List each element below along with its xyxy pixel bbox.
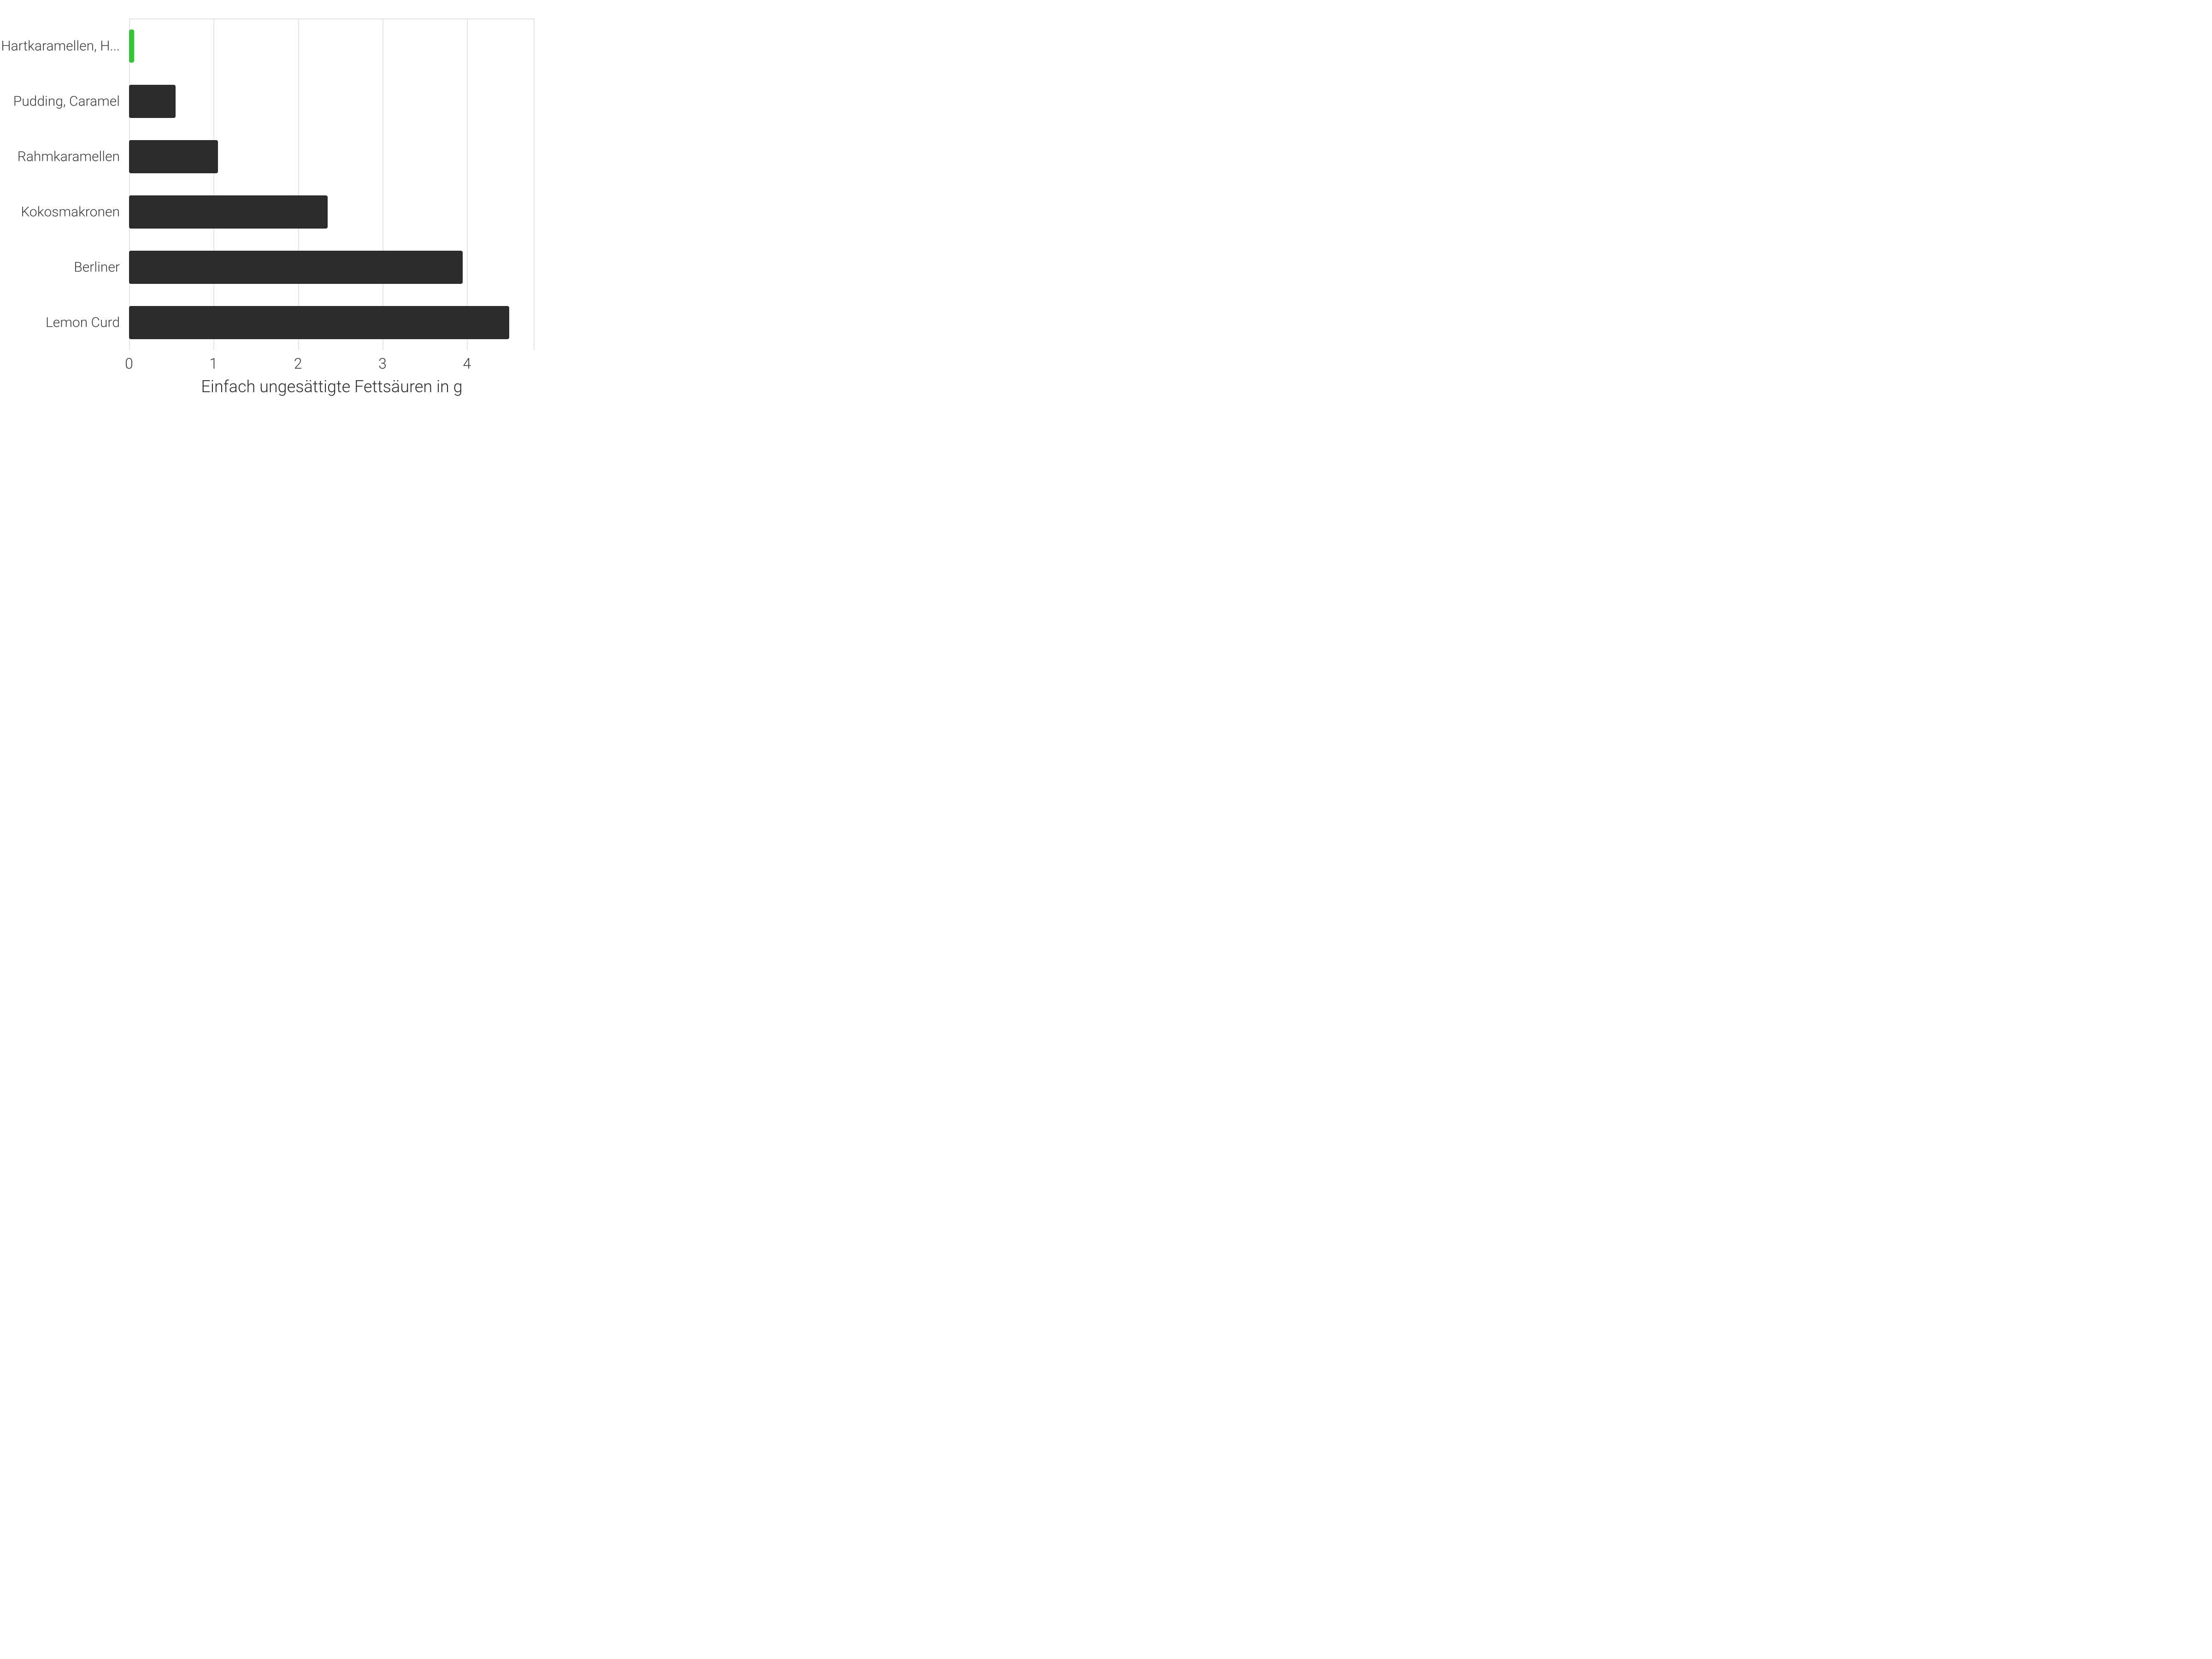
bar-row <box>129 18 535 74</box>
y-tick-label: Pudding, Caramel <box>0 94 120 109</box>
y-tick-label: Hartkaramellen, H... <box>0 39 120 54</box>
bar <box>129 85 176 118</box>
x-tick-label: 0 <box>115 355 143 372</box>
y-tick-label: Rahmkaramellen <box>0 149 120 165</box>
bar <box>129 251 463 284</box>
x-tick-label: 3 <box>369 355 396 372</box>
x-tick-label: 2 <box>284 355 312 372</box>
x-tick-label: 1 <box>200 355 227 372</box>
bar <box>129 29 134 63</box>
bar-row <box>129 295 535 350</box>
x-tick-label: 4 <box>453 355 481 372</box>
bar <box>129 306 509 339</box>
bar <box>129 140 218 173</box>
bar-chart: Hartkaramellen, H... Pudding, Caramel Rahm… <box>0 0 553 415</box>
bar-row <box>129 184 535 240</box>
bar-row <box>129 74 535 129</box>
bar-row <box>129 240 535 295</box>
y-tick-label: Kokosmakronen <box>0 205 120 220</box>
x-axis-title: Einfach ungesättigte Fettsäuren in g <box>129 377 535 396</box>
bar <box>129 195 328 229</box>
y-tick-label: Berliner <box>0 260 120 275</box>
plot-area <box>129 18 535 350</box>
y-tick-label: Lemon Curd <box>0 315 120 330</box>
bar-row <box>129 129 535 184</box>
